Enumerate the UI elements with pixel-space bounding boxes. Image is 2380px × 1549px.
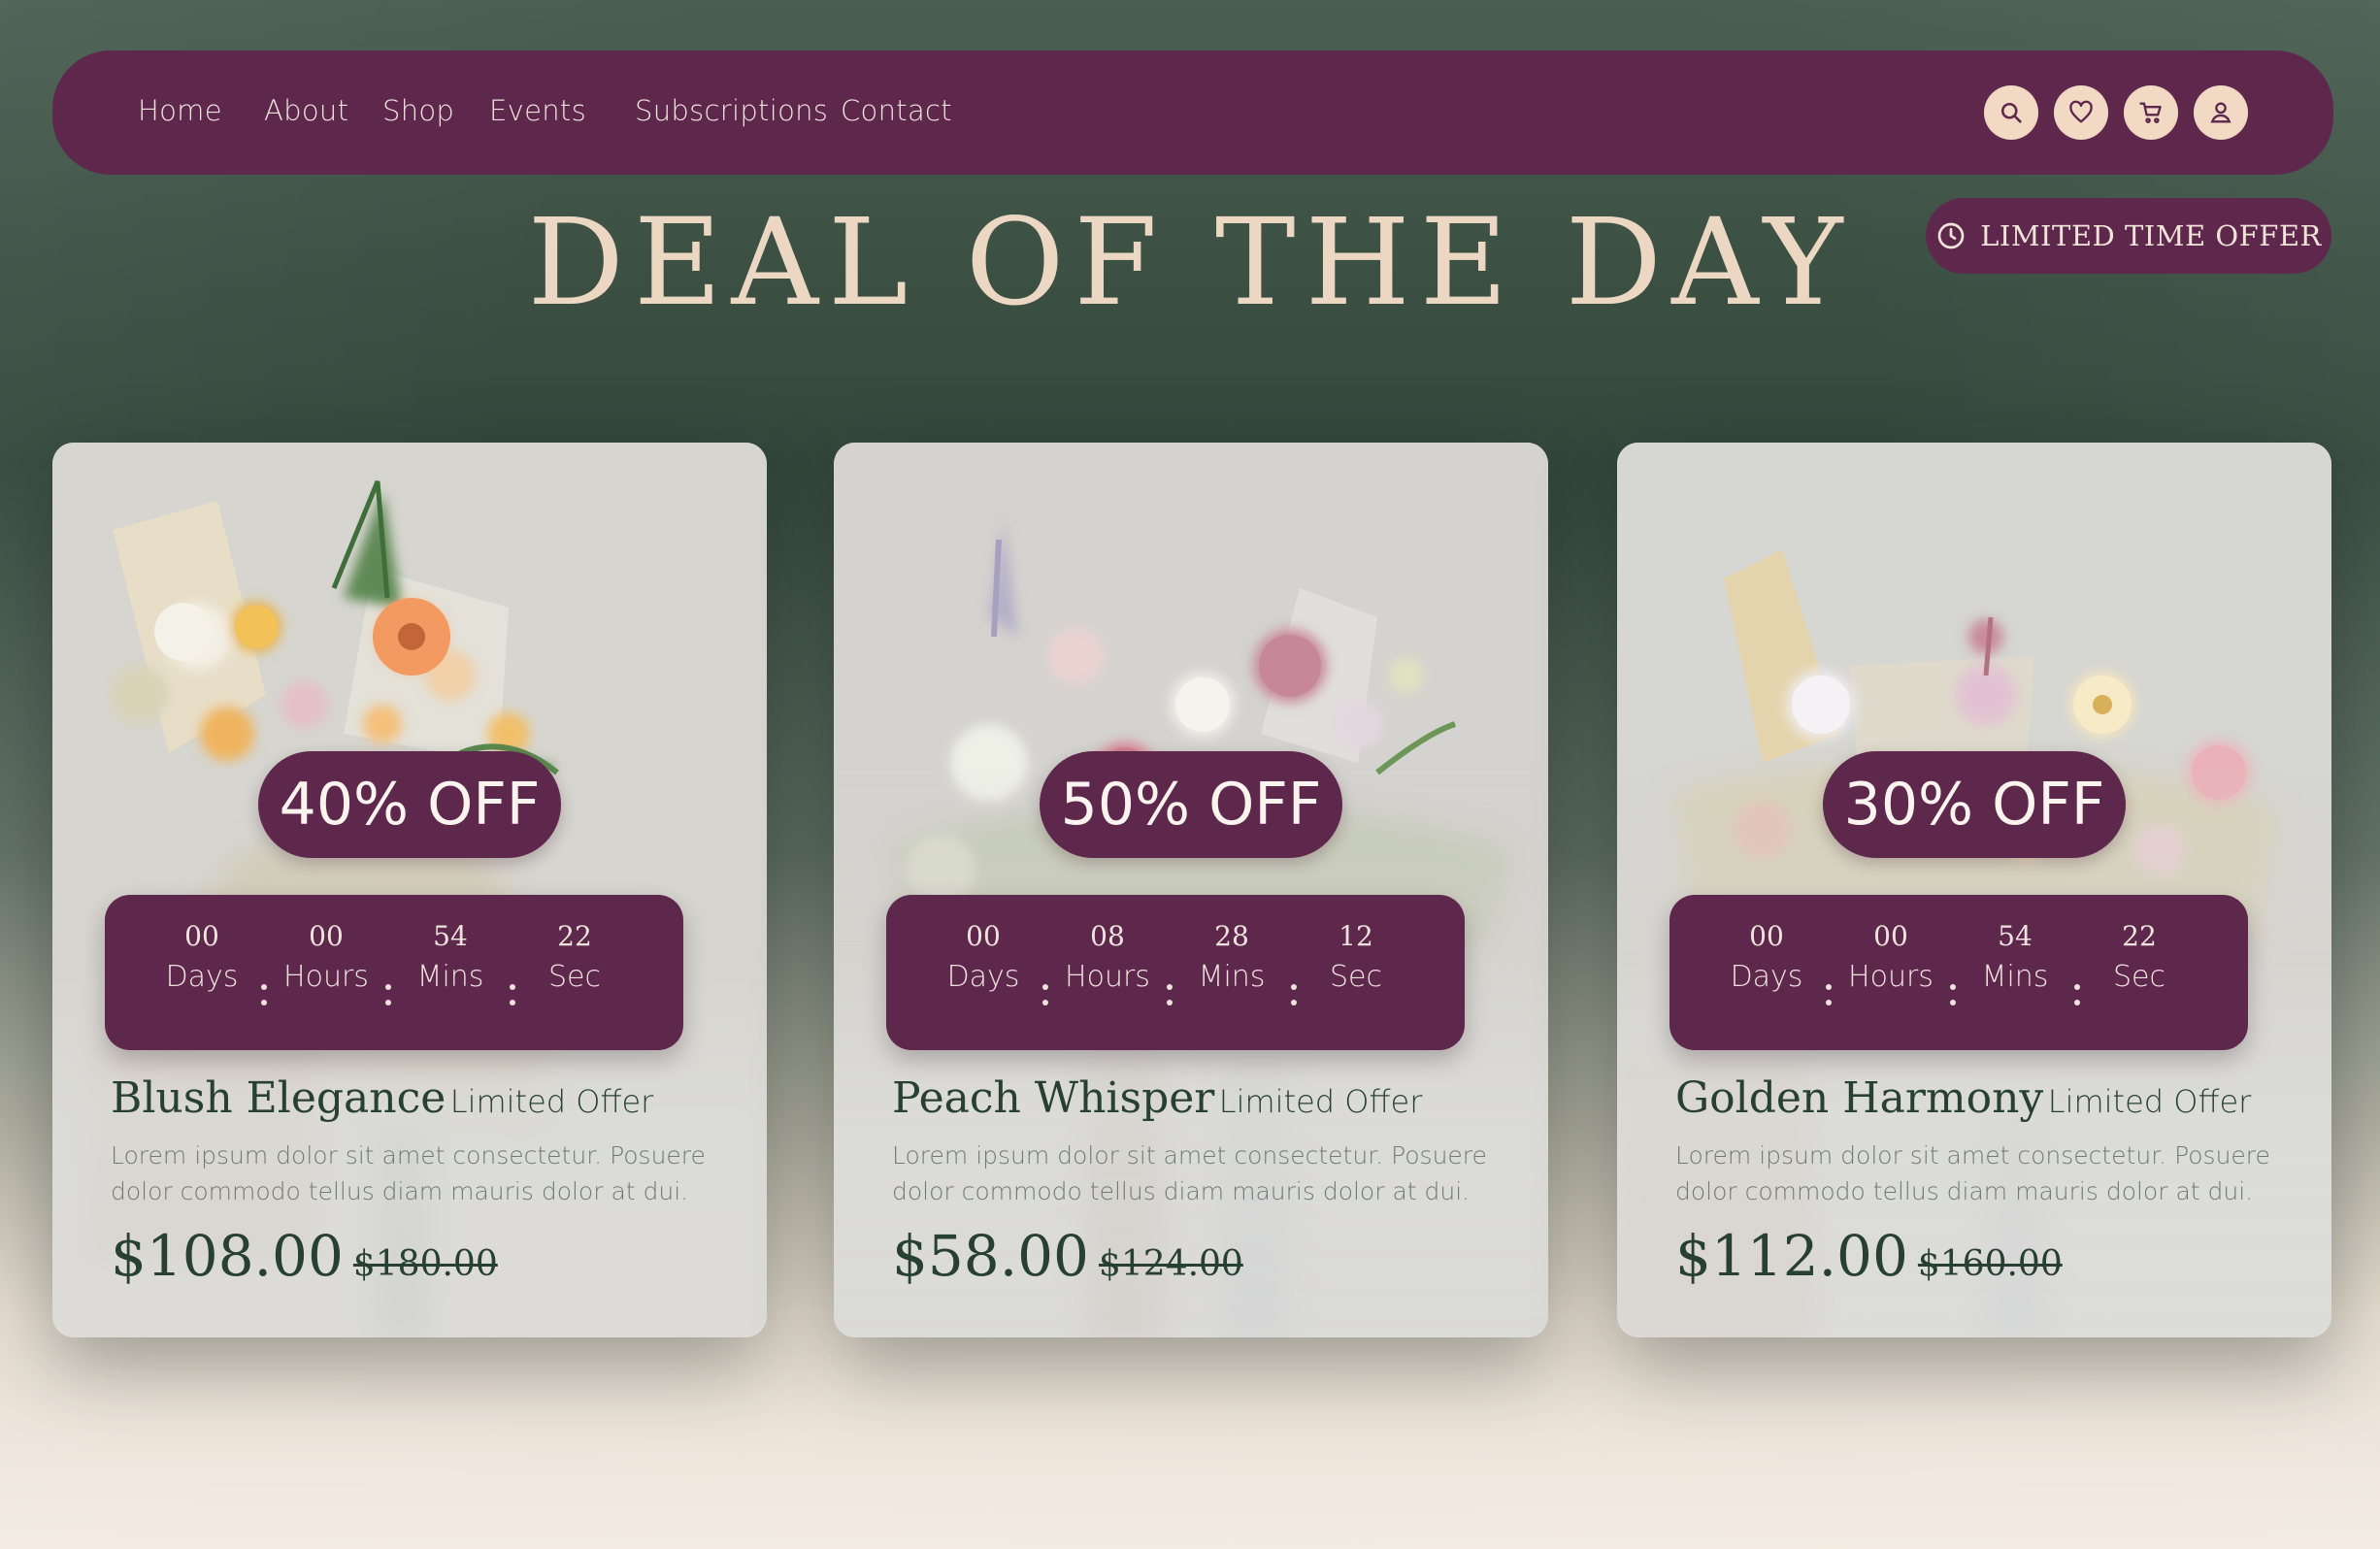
timer-mins: 54 Mins <box>416 920 484 994</box>
deal-card[interactable]: 30% OFF 00 Days 00 Hours 54 Mins 22 Sec Gold… <box>1617 443 2331 1337</box>
sale-price: $108.00 <box>111 1223 344 1289</box>
timer-mins: 28 Mins <box>1198 920 1266 994</box>
original-price: $124.00 <box>1098 1244 1243 1284</box>
original-price: $160.00 <box>1917 1244 2063 1284</box>
timer-hours: 08 Hours <box>1065 920 1150 994</box>
nav-link-about[interactable]: About <box>264 94 348 127</box>
wishlist-button[interactable] <box>2054 85 2108 140</box>
product-name[interactable]: Peach Whisper <box>892 1073 1214 1123</box>
product-name[interactable]: Golden Harmony <box>1675 1073 2043 1123</box>
sale-price: $58.00 <box>892 1223 1089 1289</box>
product-name[interactable]: Blush Elegance <box>111 1073 446 1123</box>
product-description: Lorem ipsum dolor sit amet consectetur. … <box>1675 1141 2270 1205</box>
cart-icon <box>2139 102 2162 123</box>
nav-link-contact[interactable]: Contact <box>841 94 952 127</box>
limited-time-offer-button[interactable]: LIMITED TIME OFFER <box>1926 198 2331 274</box>
timer-mins: 54 Mins <box>1981 920 2049 994</box>
product-price: $108.00 $180.00 <box>111 1223 498 1289</box>
timer-hours: 00 Hours <box>283 920 369 994</box>
timer-separator <box>261 984 267 1005</box>
search-icon <box>2000 102 2022 123</box>
timer-separator <box>1291 984 1297 1005</box>
product-tag: Limited Offer <box>449 1083 654 1120</box>
nav-link-home[interactable]: Home <box>138 94 222 127</box>
timer-days: 00 Days <box>165 920 239 994</box>
timer-separator <box>1950 984 1956 1005</box>
timer-sec: 12 Sec <box>1330 920 1382 994</box>
product-title: Golden Harmony Limited Offer <box>1675 1073 2297 1123</box>
product-description: Lorem ipsum dolor sit amet consectetur. … <box>111 1141 706 1205</box>
product-title: Blush Elegance Limited Offer <box>111 1073 732 1123</box>
limited-time-offer-label: LIMITED TIME OFFER <box>1980 219 2322 252</box>
countdown-timer: 00 Days 00 Hours 54 Mins 22 Sec <box>105 895 683 1050</box>
product-tag: Limited Offer <box>2047 1083 2252 1120</box>
timer-separator <box>1826 984 1832 1005</box>
product-description: Lorem ipsum dolor sit amet consectetur. … <box>892 1141 1487 1205</box>
timer-hours: 00 Hours <box>1848 920 1934 994</box>
timer-days: 00 Days <box>1730 920 1803 994</box>
product-price: $112.00 $160.00 <box>1675 1223 2063 1289</box>
top-navigation-bar: Home About Shop Events Subscriptions Con… <box>52 50 2333 175</box>
timer-separator <box>510 984 515 1005</box>
nav-link-events[interactable]: Events <box>489 94 586 127</box>
deal-card[interactable]: 40% OFF 00 Days 00 Hours 54 Mins 22 Sec Blus… <box>52 443 767 1337</box>
timer-sec: 22 Sec <box>548 920 601 994</box>
deal-card[interactable]: 50% OFF 00 Days 08 Hours 28 Mins 12 Sec Peac… <box>834 443 1548 1337</box>
timer-separator <box>1042 984 1048 1005</box>
countdown-timer: 00 Days 00 Hours 54 Mins 22 Sec <box>1669 895 2248 1050</box>
cart-button[interactable] <box>2124 85 2178 140</box>
timer-separator <box>385 984 391 1005</box>
nav-link-subscriptions[interactable]: Subscriptions <box>635 94 828 127</box>
countdown-timer: 00 Days 08 Hours 28 Mins 12 Sec <box>886 895 1465 1050</box>
sale-price: $112.00 <box>1675 1223 1908 1289</box>
timer-days: 00 Days <box>946 920 1020 994</box>
original-price: $180.00 <box>352 1244 498 1284</box>
timer-separator <box>1167 984 1173 1005</box>
clock-icon <box>1937 222 1965 249</box>
heart-icon <box>2069 100 2093 123</box>
user-icon <box>2210 102 2231 123</box>
account-button[interactable] <box>2194 85 2248 140</box>
discount-badge: 50% OFF <box>1040 751 1342 858</box>
timer-sec: 22 Sec <box>2113 920 2165 994</box>
product-price: $58.00 $124.00 <box>892 1223 1243 1289</box>
discount-badge: 30% OFF <box>1823 751 2126 858</box>
nav-link-shop[interactable]: Shop <box>382 94 454 127</box>
search-button[interactable] <box>1984 85 2038 140</box>
discount-badge: 40% OFF <box>258 751 561 858</box>
product-title: Peach Whisper Limited Offer <box>892 1073 1513 1123</box>
timer-separator <box>2074 984 2080 1005</box>
product-tag: Limited Offer <box>1218 1083 1423 1120</box>
